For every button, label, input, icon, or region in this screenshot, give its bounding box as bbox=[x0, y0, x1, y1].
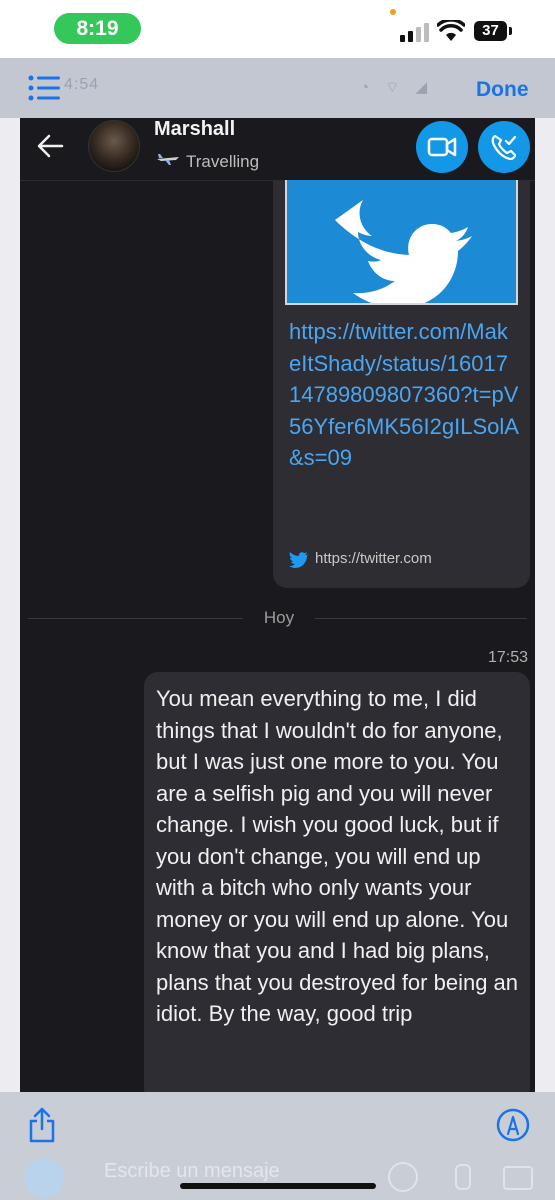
ghost-attach-button bbox=[24, 1158, 64, 1198]
contact-name[interactable]: Marshall bbox=[154, 118, 235, 141]
list-icon[interactable] bbox=[28, 75, 60, 101]
ios-status-bar: 8:19 37 bbox=[0, 0, 555, 58]
battery-icon: 37 bbox=[474, 21, 507, 41]
battery-tip bbox=[509, 27, 512, 35]
ghost-mic-icon bbox=[455, 1164, 471, 1190]
markup-icon[interactable] bbox=[496, 1108, 530, 1142]
message-text: You mean everything to me, I did things … bbox=[156, 686, 519, 1026]
avatar[interactable] bbox=[88, 120, 140, 172]
home-indicator bbox=[180, 1183, 376, 1189]
video-call-icon bbox=[427, 137, 457, 157]
status-time: 8:19 bbox=[54, 13, 141, 44]
share-icon[interactable] bbox=[28, 1107, 56, 1143]
shared-link-message[interactable]: https://twitter.com/MakeItShady/status/1… bbox=[273, 180, 530, 588]
link-preview-domain[interactable]: https://twitter.com bbox=[315, 550, 432, 567]
chat-header: Marshall Travelling bbox=[20, 118, 535, 181]
ghost-emoji-icon bbox=[388, 1162, 418, 1192]
chat-screen: Marshall Travelling https://twitter.com/… bbox=[20, 118, 535, 1098]
ghost-status-time: 4:54 bbox=[64, 76, 100, 93]
phone-call-icon bbox=[491, 134, 517, 161]
shared-link-url[interactable]: https://twitter.com/MakeItShady/status/1… bbox=[289, 316, 519, 474]
ghost-status-icons: ◔ ⌔ ◢ bbox=[360, 79, 434, 96]
contact-status: Travelling bbox=[186, 152, 260, 171]
message-timestamp: 17:53 bbox=[488, 649, 529, 666]
message-bubble[interactable]: You mean everything to me, I did things … bbox=[144, 672, 530, 1098]
day-divider-line bbox=[28, 618, 243, 619]
ghost-camera-icon bbox=[503, 1166, 533, 1190]
video-call-button[interactable] bbox=[416, 121, 468, 173]
link-thumbnail[interactable] bbox=[285, 180, 518, 305]
twitter-bird-icon bbox=[335, 200, 472, 303]
done-button[interactable]: Done bbox=[476, 78, 529, 102]
back-arrow-icon[interactable] bbox=[36, 132, 64, 160]
ghost-message-input: Escribe un mensaje bbox=[104, 1160, 280, 1182]
signal-icon bbox=[400, 23, 429, 42]
day-divider-line bbox=[315, 618, 527, 619]
airplane-icon bbox=[157, 154, 179, 165]
day-divider-label: Hoy bbox=[263, 608, 295, 627]
twitter-bird-icon bbox=[289, 552, 308, 568]
wifi-icon bbox=[437, 20, 465, 41]
voice-call-button[interactable] bbox=[478, 121, 530, 173]
privacy-dot bbox=[390, 9, 396, 15]
